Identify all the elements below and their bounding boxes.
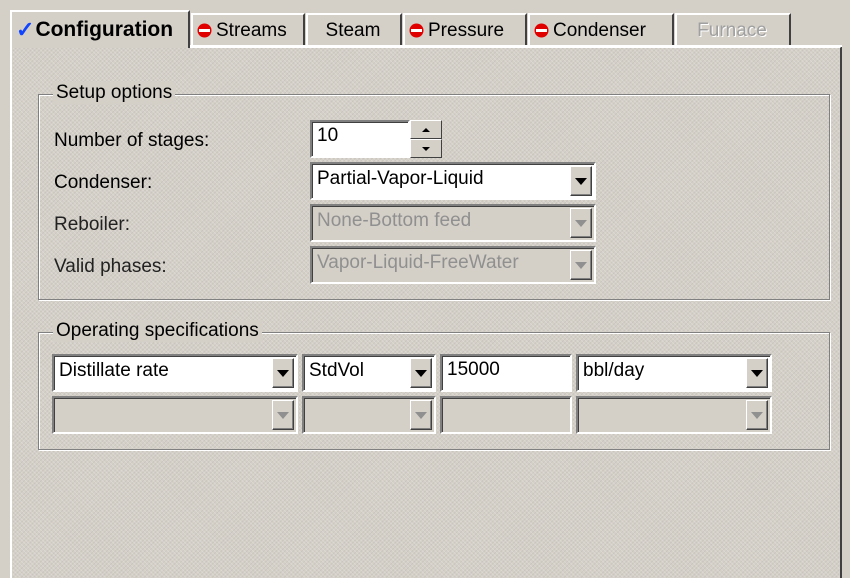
valid-phases-value: Vapor-Liquid-FreeWater	[317, 252, 519, 273]
tab-label: Configuration	[35, 18, 174, 41]
tab-streams[interactable]: Streams	[191, 13, 305, 46]
chevron-down-icon	[575, 177, 587, 185]
reboiler-value: None-Bottom feed	[317, 210, 472, 231]
condenser-label: Condenser:	[54, 172, 153, 193]
number-of-stages-value: 10	[317, 125, 339, 146]
arrow-up-icon	[422, 127, 430, 132]
required-input-icon	[534, 23, 549, 38]
dropdown-button[interactable]	[746, 358, 768, 388]
spec-value-input[interactable]: 15000	[440, 354, 572, 392]
condenser-select[interactable]: Partial-Vapor-Liquid	[310, 162, 596, 200]
units-select[interactable]: bbl/day	[576, 354, 772, 392]
tab-furnace: Furnace	[675, 13, 791, 46]
required-input-icon	[197, 23, 212, 38]
arrow-down-icon	[422, 146, 430, 151]
tab-label: Steam	[325, 19, 381, 41]
dropdown-button	[272, 400, 294, 430]
required-input-icon	[409, 23, 424, 38]
tab-label: Pressure	[428, 19, 505, 41]
chevron-down-icon	[277, 369, 289, 377]
dropdown-button	[570, 250, 592, 280]
spec-select[interactable]: Distillate rate	[52, 354, 298, 392]
number-of-stages-input[interactable]: 10	[310, 120, 410, 158]
units-value: bbl/day	[583, 360, 645, 381]
spec-select-2	[52, 396, 298, 434]
dropdown-button[interactable]	[410, 358, 432, 388]
group-title: Operating specifications	[53, 320, 262, 342]
condenser-value: Partial-Vapor-Liquid	[317, 168, 484, 189]
dropdown-button	[570, 208, 592, 238]
chevron-down-icon	[751, 411, 763, 419]
basis-select[interactable]: StdVol	[302, 354, 436, 392]
tab-strip: ✓ Configuration Streams Steam Pressure C…	[10, 10, 842, 48]
spec-value-input-2	[440, 396, 572, 434]
tab-pressure[interactable]: Pressure	[403, 13, 527, 46]
tab-label: Streams	[216, 19, 287, 41]
basis-value: StdVol	[309, 360, 364, 381]
chevron-down-icon	[415, 411, 427, 419]
spec-value: Distillate rate	[59, 360, 169, 381]
dropdown-button[interactable]	[272, 358, 294, 388]
tab-label: Condenser	[553, 19, 646, 41]
stages-spinner	[410, 120, 442, 158]
spin-down-button[interactable]	[410, 139, 442, 158]
valid-phases-select: Vapor-Liquid-FreeWater	[310, 246, 596, 284]
tab-label: Furnace	[697, 19, 767, 41]
chevron-down-icon	[575, 261, 587, 269]
reboiler-select: None-Bottom feed	[310, 204, 596, 242]
checkmark-icon: ✓	[16, 17, 35, 42]
window: ✓ Configuration Streams Steam Pressure C…	[0, 0, 850, 578]
basis-select-2	[302, 396, 436, 434]
reboiler-label: Reboiler:	[54, 214, 131, 235]
dropdown-button[interactable]	[570, 166, 592, 196]
tab-steam[interactable]: Steam	[306, 13, 402, 46]
number-of-stages-label: Number of stages:	[54, 130, 210, 151]
valid-phases-label: Valid phases:	[54, 256, 167, 277]
tab-page-configuration: Setup options Number of stages: 10 Conde…	[10, 46, 842, 578]
spin-up-button[interactable]	[410, 120, 442, 139]
tab-condenser[interactable]: Condenser	[528, 13, 674, 46]
dropdown-button	[410, 400, 432, 430]
tab-configuration[interactable]: ✓ Configuration	[10, 10, 190, 48]
units-select-2	[576, 396, 772, 434]
chevron-down-icon	[751, 369, 763, 377]
chevron-down-icon	[415, 369, 427, 377]
chevron-down-icon	[277, 411, 289, 419]
group-title: Setup options	[53, 82, 176, 104]
dropdown-button	[746, 400, 768, 430]
chevron-down-icon	[575, 219, 587, 227]
spec-value-text: 15000	[447, 359, 500, 380]
